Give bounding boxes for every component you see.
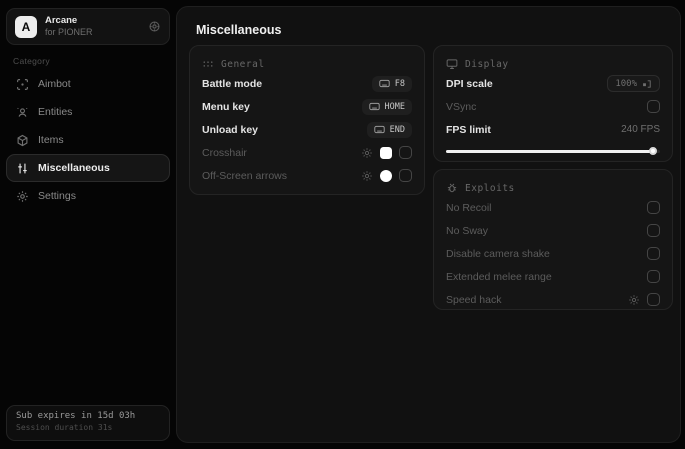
keyboard-icon <box>373 125 385 134</box>
keyboard-icon <box>379 79 390 88</box>
sidebar-item-label: Items <box>38 134 64 146</box>
offscreen-arrows-color-swatch[interactable] <box>380 169 392 182</box>
page-title: Miscellaneous <box>196 23 282 37</box>
menu-key-label: Menu key <box>202 100 250 113</box>
extended-melee-range-label: Extended melee range <box>446 270 552 283</box>
disable-camera-shake-checkbox[interactable] <box>647 247 660 260</box>
sidebar-nav: Aimbot Entities Items Miscellaneous Sett… <box>6 70 170 210</box>
speed-hack-checkbox[interactable] <box>647 293 660 306</box>
keyboard-icon <box>368 102 380 111</box>
dpi-scale-row: DPI scale 100% <box>446 72 660 95</box>
main-panel: Miscellaneous General Battle mode F8 Men… <box>176 6 681 443</box>
gear-icon <box>15 190 29 203</box>
exploits-card: Exploits No Recoil No Sway Disable camer… <box>433 169 673 310</box>
items-box-icon <box>15 134 29 147</box>
crosshair-row: Crosshair <box>202 141 412 164</box>
offscreen-arrows-settings-icon[interactable] <box>361 170 373 182</box>
exploits-card-title: Exploits <box>465 182 515 194</box>
dpi-scale-label: DPI scale <box>446 77 493 90</box>
fps-limit-label: FPS limit <box>446 123 491 136</box>
disable-camera-shake-row: Disable camera shake <box>446 242 660 265</box>
fps-limit-slider[interactable] <box>446 147 660 155</box>
entities-icon <box>15 106 29 119</box>
sidebar-item-settings[interactable]: Settings <box>6 182 170 210</box>
general-card-title: General <box>221 58 265 70</box>
no-recoil-checkbox[interactable] <box>647 201 660 214</box>
sidebar-item-aimbot[interactable]: Aimbot <box>6 70 170 98</box>
sidebar-item-entities[interactable]: Entities <box>6 98 170 126</box>
account-settings-icon[interactable] <box>148 20 161 33</box>
sidebar-item-label: Miscellaneous <box>38 162 110 174</box>
stepper-icon <box>642 79 652 89</box>
sliders-icon <box>15 162 29 175</box>
crosshair-color-swatch[interactable] <box>380 146 392 159</box>
fps-limit-value: 240 FPS <box>621 124 660 135</box>
menu-key-row: Menu key HOME <box>202 95 412 118</box>
vsync-checkbox[interactable] <box>647 100 660 113</box>
no-recoil-label: No Recoil <box>446 201 492 214</box>
display-card: Display DPI scale 100% VSync FPS limit 2… <box>433 45 673 162</box>
crosshair-settings-icon[interactable] <box>361 147 373 159</box>
session-duration-text: Session duration 31s <box>16 423 113 432</box>
no-sway-checkbox[interactable] <box>647 224 660 237</box>
offscreen-arrows-checkbox[interactable] <box>399 169 412 182</box>
app-header-card: A Arcane for PIONER <box>6 8 170 45</box>
extended-melee-range-checkbox[interactable] <box>647 270 660 283</box>
crosshair-label: Crosshair <box>202 146 247 159</box>
display-card-title: Display <box>465 58 509 70</box>
speed-hack-settings-icon[interactable] <box>628 294 640 306</box>
no-recoil-row: No Recoil <box>446 196 660 219</box>
no-sway-row: No Sway <box>446 219 660 242</box>
sidebar-item-miscellaneous[interactable]: Miscellaneous <box>6 154 170 182</box>
vsync-row: VSync <box>446 95 660 118</box>
no-sway-label: No Sway <box>446 224 489 237</box>
sidebar-item-items[interactable]: Items <box>6 126 170 154</box>
grid-dots-icon <box>202 58 214 70</box>
subscription-info-card: Sub expires in 15d 03h Session duration … <box>6 405 170 441</box>
unload-key-keybind[interactable]: END <box>366 121 412 138</box>
sidebar: A Arcane for PIONER Category Aimbot Enti… <box>0 0 176 449</box>
sidebar-item-label: Entities <box>38 106 73 118</box>
battle-mode-label: Battle mode <box>202 77 263 90</box>
extended-melee-range-row: Extended melee range <box>446 265 660 288</box>
sidebar-item-label: Aimbot <box>38 78 71 90</box>
fps-limit-row: FPS limit 240 FPS <box>446 118 660 141</box>
speed-hack-label: Speed hack <box>446 293 502 306</box>
sub-expires-text: Sub expires in 15d 03h <box>16 411 136 421</box>
fps-slider-fill <box>446 150 654 153</box>
general-card: General Battle mode F8 Menu key HOME Unl… <box>189 45 425 195</box>
crosshair-checkbox[interactable] <box>399 146 412 159</box>
dpi-scale-select[interactable]: 100% <box>607 75 660 92</box>
offscreen-arrows-row: Off-Screen arrows <box>202 164 412 187</box>
app-logo: A <box>15 15 37 38</box>
app-name: Arcane <box>45 14 78 26</box>
sidebar-item-label: Settings <box>38 190 76 202</box>
vsync-label: VSync <box>446 100 477 113</box>
unload-key-label: Unload key <box>202 123 259 136</box>
bug-icon <box>446 182 458 194</box>
menu-key-keybind[interactable]: HOME <box>361 98 412 115</box>
battle-mode-keybind[interactable]: F8 <box>371 75 412 92</box>
battle-mode-row: Battle mode F8 <box>202 72 412 95</box>
aimbot-scan-icon <box>15 78 29 91</box>
category-label: Category <box>13 56 50 66</box>
fps-slider-thumb[interactable] <box>648 147 657 155</box>
monitor-icon <box>446 58 458 70</box>
speed-hack-row: Speed hack <box>446 288 660 311</box>
app-subtitle: for PIONER <box>45 26 93 37</box>
offscreen-arrows-label: Off-Screen arrows <box>202 169 287 182</box>
disable-camera-shake-label: Disable camera shake <box>446 247 550 260</box>
unload-key-row: Unload key END <box>202 118 412 141</box>
